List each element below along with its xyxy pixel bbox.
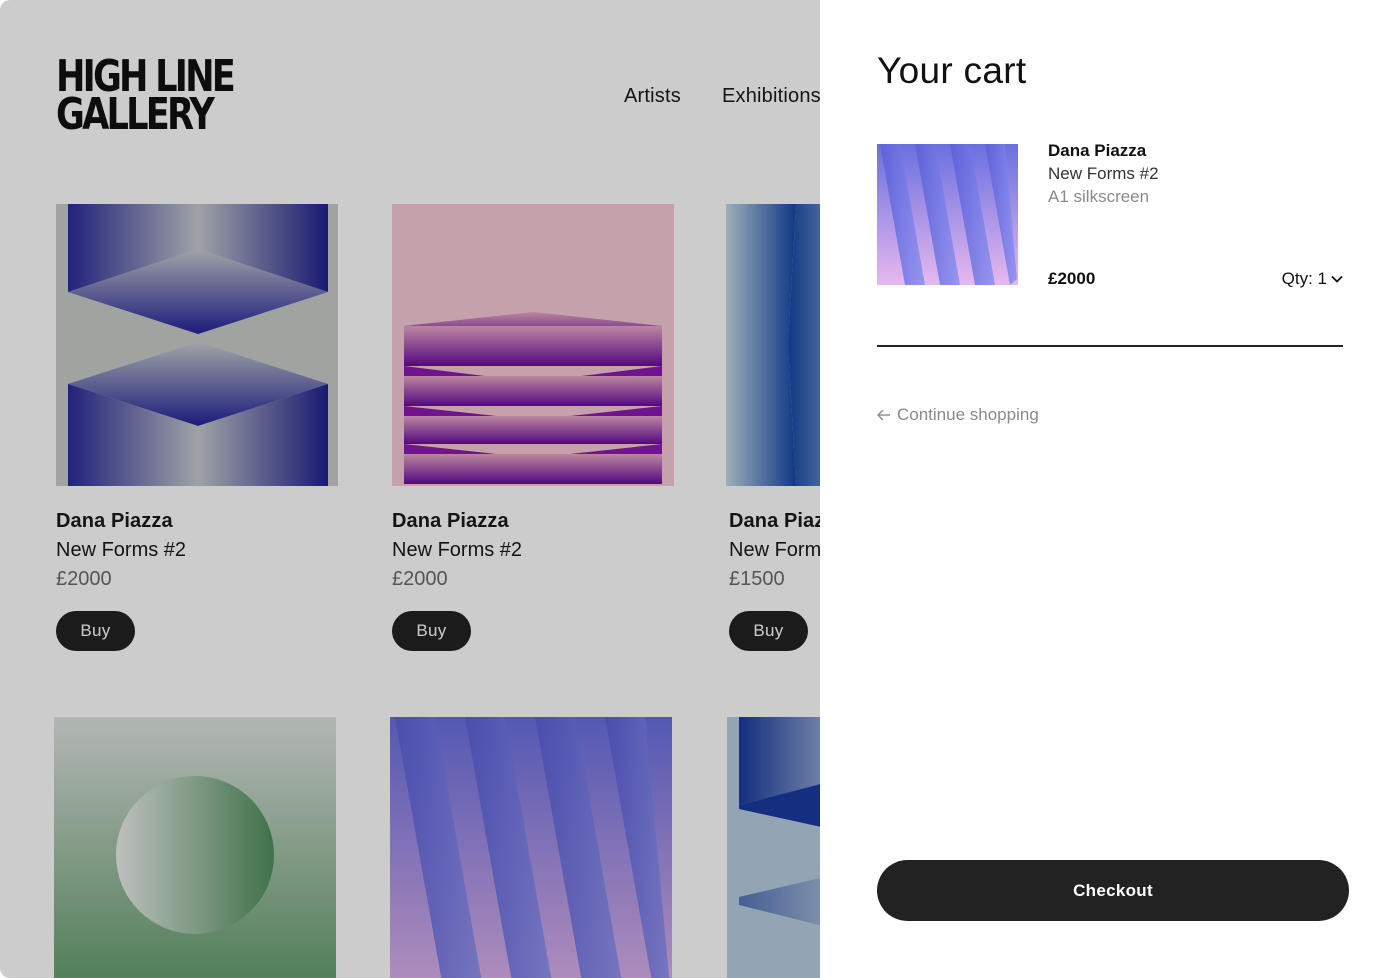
modal-backdrop[interactable] <box>0 0 820 978</box>
checkout-button[interactable]: Checkout <box>877 860 1349 921</box>
quantity-select[interactable]: Qty: 1 <box>1282 269 1343 289</box>
cart-item-artist: Dana Piazza <box>1048 141 1147 160</box>
cart-item-thumbnail[interactable] <box>877 144 1018 285</box>
cart-item-title: New Forms #2 <box>1048 164 1159 183</box>
cart-drawer: Your cart Dana Piazza New Forms #2 A1 si… <box>820 0 1400 978</box>
cart-divider <box>877 345 1343 347</box>
continue-shopping-label: Continue shopping <box>897 405 1039 424</box>
cart-item: Dana Piazza New Forms #2 A1 silkscreen £… <box>877 141 1343 288</box>
cart-title: Your cart <box>877 50 1027 91</box>
chevron-down-icon <box>1331 275 1343 283</box>
arrow-left-icon <box>877 409 890 421</box>
cart-item-description: A1 silkscreen <box>1048 187 1150 206</box>
continue-shopping-link[interactable]: Continue shopping <box>877 405 1039 425</box>
cart-item-price: £2000 <box>1048 269 1096 288</box>
quantity-label: Qty: 1 <box>1281 269 1327 288</box>
